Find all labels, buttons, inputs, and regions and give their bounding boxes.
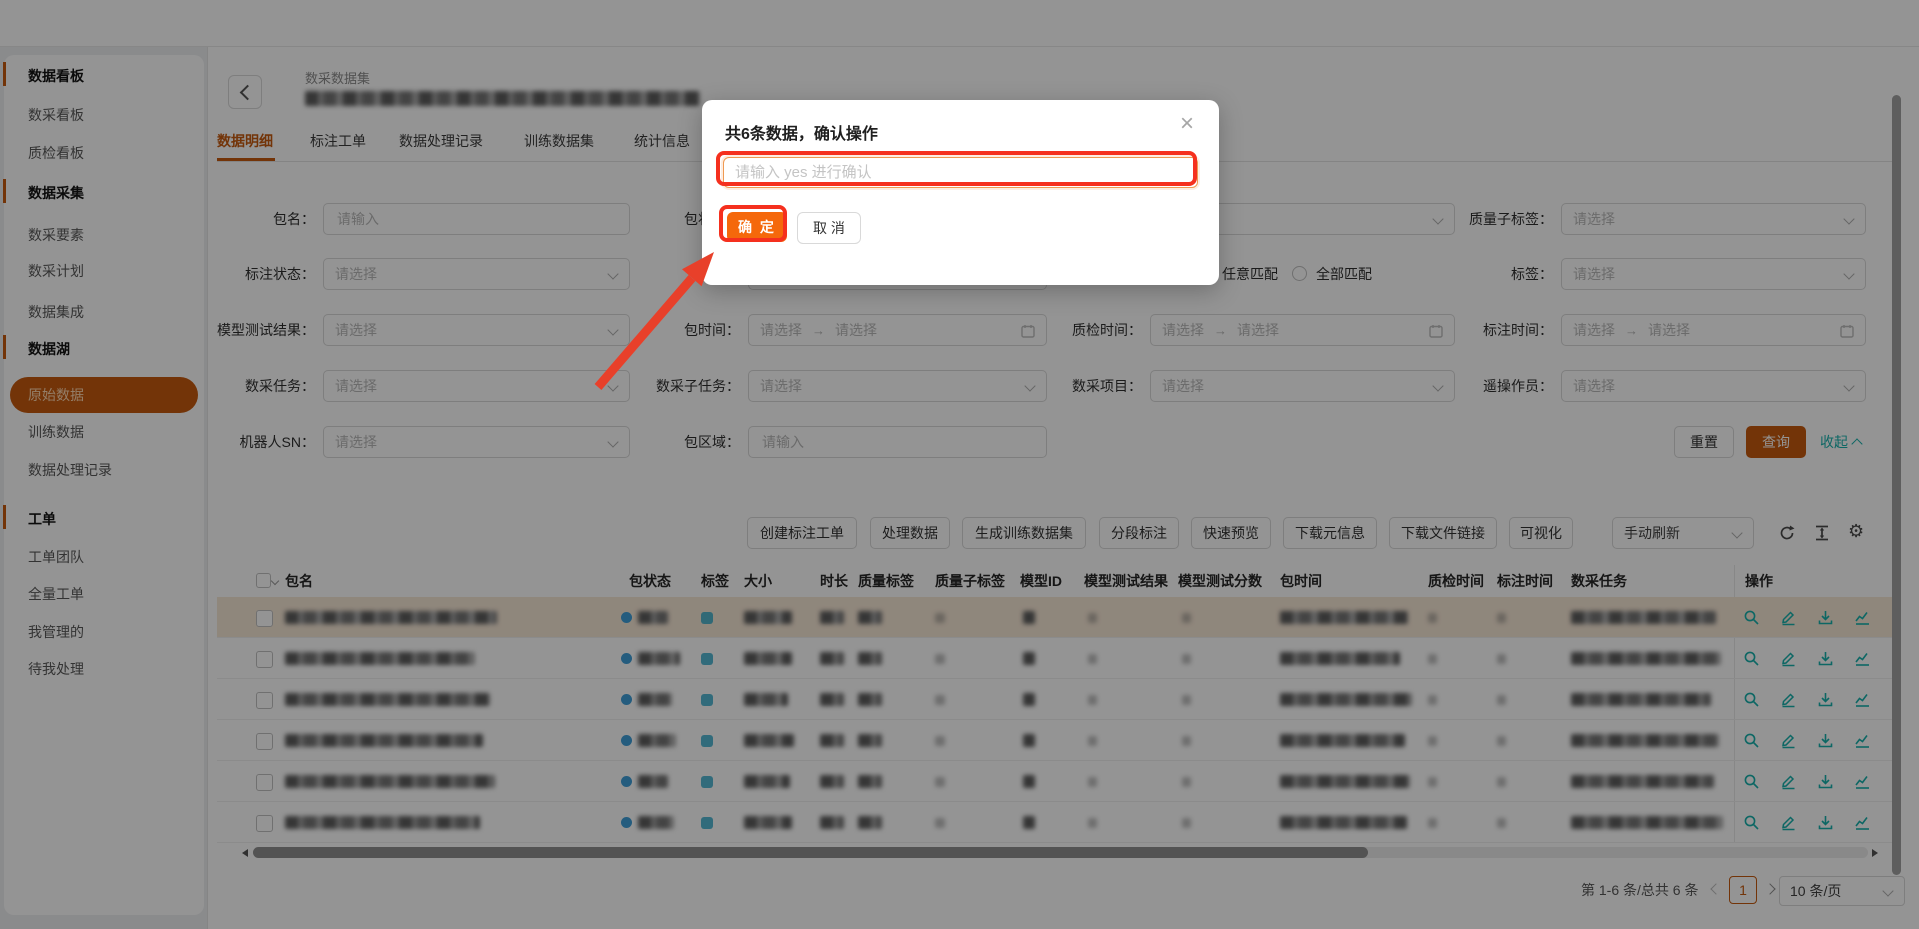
modal-title: 共6条数据，确认操作 — [725, 120, 878, 144]
confirm-cancel-button[interactable]: 取 消 — [797, 212, 861, 244]
confirm-input[interactable] — [723, 157, 1198, 188]
close-icon[interactable]: × — [1180, 112, 1194, 136]
confirm-ok-button[interactable]: 确 定 — [727, 212, 787, 242]
confirm-modal: 共6条数据，确认操作 × 确 定 取 消 — [702, 100, 1219, 285]
app-root: { "topbar": { "logo": {"primary": "GALAX… — [0, 0, 1919, 929]
